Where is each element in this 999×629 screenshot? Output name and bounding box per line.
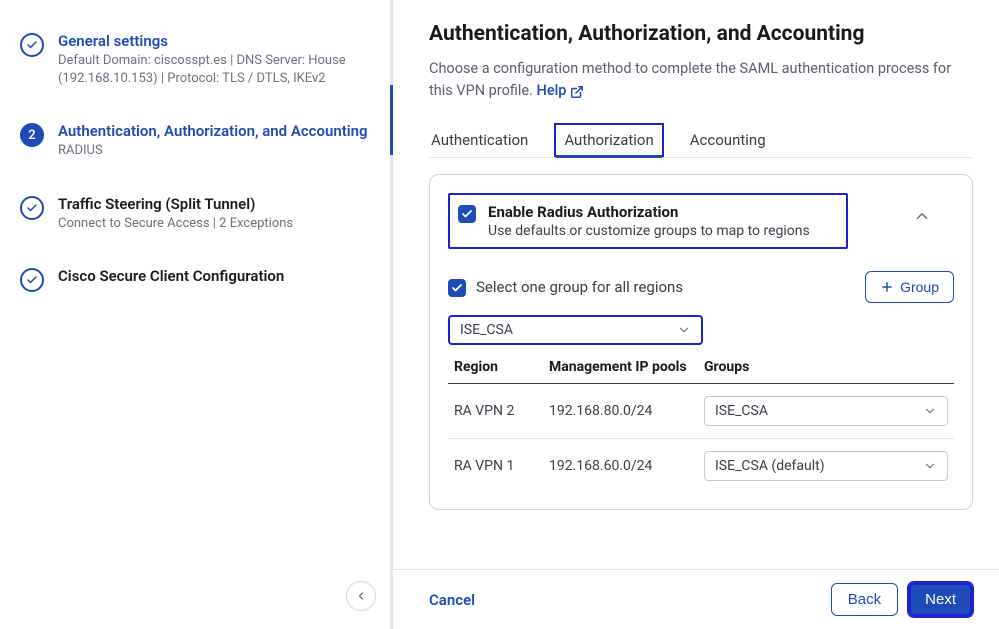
step-sub: Default Domain: ciscosspt.es | DNS Serve…	[58, 52, 370, 88]
page-title: Authentication, Authorization, and Accou…	[429, 22, 973, 46]
group-btn-label: Group	[900, 279, 939, 295]
select-all-regions-checkbox[interactable]	[448, 279, 466, 297]
enable-radius-title: Enable Radius Authorization	[488, 203, 810, 221]
help-label: Help	[537, 80, 567, 102]
cell-ip: 192.168.80.0/24	[549, 403, 704, 419]
back-button[interactable]: Back	[831, 583, 898, 616]
step-aaa[interactable]: 2 Authentication, Authorization, and Acc…	[20, 122, 370, 160]
sidebar: General settings Default Domain: ciscoss…	[0, 0, 390, 629]
cell-region: RA VPN 1	[454, 458, 549, 474]
table-row: RA VPN 1 192.168.60.0/24 ISE_CSA (defaul…	[448, 439, 954, 493]
step-title[interactable]: General settings	[58, 32, 370, 50]
main-panel: Authentication, Authorization, and Accou…	[390, 0, 999, 629]
group-select[interactable]: ISE_CSA	[448, 315, 703, 345]
chevron-down-icon	[677, 323, 691, 337]
col-groups: Groups	[704, 359, 948, 375]
col-ip: Management IP pools	[549, 359, 704, 375]
step-sub: RADIUS	[58, 142, 370, 160]
step-number-icon: 2	[20, 123, 44, 147]
help-link[interactable]: Help	[537, 80, 585, 102]
step-title[interactable]: Cisco Secure Client Configuration	[58, 267, 370, 285]
step-client-config[interactable]: Cisco Secure Client Configuration	[20, 267, 370, 292]
tabs: Authentication Authorization Accounting	[429, 123, 973, 158]
table-header: Region Management IP pools Groups	[448, 345, 954, 384]
cancel-button[interactable]: Cancel	[429, 591, 475, 609]
check-icon	[20, 33, 44, 57]
table-row: RA VPN 2 192.168.80.0/24 ISE_CSA	[448, 384, 954, 439]
select-all-regions-label: Select one group for all regions	[476, 278, 683, 296]
group-select-value: ISE_CSA	[460, 322, 513, 338]
tab-authorization[interactable]: Authorization	[554, 123, 663, 157]
collapse-sidebar-button[interactable]	[346, 581, 376, 611]
page-description: Choose a configuration method to complet…	[429, 58, 973, 103]
check-icon	[20, 268, 44, 292]
col-region: Region	[454, 359, 549, 375]
tab-accounting[interactable]: Accounting	[688, 123, 768, 157]
tab-authentication[interactable]: Authentication	[429, 123, 530, 157]
chevron-down-icon	[923, 404, 937, 418]
row-group-value: ISE_CSA (default)	[715, 458, 825, 474]
cell-ip: 192.168.60.0/24	[549, 458, 704, 474]
check-icon	[20, 196, 44, 220]
plus-icon	[880, 280, 894, 294]
authorization-panel: Enable Radius Authorization Use defaults…	[429, 174, 973, 510]
collapse-panel-button[interactable]	[913, 201, 931, 225]
footer: Cancel Back Next	[393, 569, 999, 629]
enable-radius-checkbox[interactable]	[458, 205, 476, 223]
row-group-select[interactable]: ISE_CSA (default)	[704, 451, 948, 481]
page-desc-text: Choose a configuration method to complet…	[429, 60, 951, 99]
external-link-icon	[570, 85, 584, 99]
add-group-button[interactable]: Group	[865, 271, 954, 303]
next-button[interactable]: Next	[908, 582, 973, 617]
chevron-down-icon	[923, 459, 937, 473]
enable-radius-desc: Use defaults or customize groups to map …	[488, 223, 810, 239]
step-accent	[390, 85, 393, 155]
step-title[interactable]: Traffic Steering (Split Tunnel)	[58, 195, 370, 213]
row-group-select[interactable]: ISE_CSA	[704, 396, 948, 426]
row-group-value: ISE_CSA	[715, 403, 768, 419]
step-title[interactable]: Authentication, Authorization, and Accou…	[58, 122, 370, 140]
step-traffic-steering[interactable]: Traffic Steering (Split Tunnel) Connect …	[20, 195, 370, 233]
enable-radius-row: Enable Radius Authorization Use defaults…	[448, 193, 848, 249]
cell-region: RA VPN 2	[454, 403, 549, 419]
step-general-settings[interactable]: General settings Default Domain: ciscoss…	[20, 32, 370, 88]
step-sub: Connect to Secure Access | 2 Exceptions	[58, 215, 370, 233]
